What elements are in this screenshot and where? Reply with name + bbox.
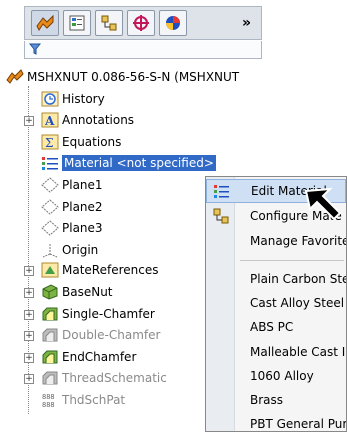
more-tabs-chevron[interactable]: »	[242, 15, 251, 31]
part-icon	[6, 69, 24, 84]
menu-item-label: Malleable Cast Iron	[250, 345, 346, 359]
expand-toggle[interactable]: +	[24, 310, 34, 320]
tree-item-double-chamfer[interactable]: Double-Chamfer	[41, 325, 160, 345]
feature-manager-icon	[36, 14, 54, 31]
menu-item-label: Manage Favorites	[250, 234, 347, 248]
chamfer-icon	[42, 307, 58, 321]
tree-item-plane2[interactable]: Plane2	[41, 197, 103, 217]
tree-item-label: History	[62, 92, 105, 106]
tree-item-plane3[interactable]: Plane3	[41, 218, 103, 238]
menu-separator	[240, 260, 344, 261]
annotations-icon: A	[41, 112, 59, 128]
plane-icon	[41, 199, 59, 215]
svg-text:A: A	[44, 114, 55, 128]
feature-manager-tab[interactable]	[31, 10, 59, 36]
chamfer-icon	[42, 328, 58, 342]
material-icon	[214, 185, 229, 198]
tree-item-material[interactable]: Material <not specified>	[41, 153, 216, 173]
menu-item-label: PBT General Purpose	[250, 417, 347, 431]
tree-item-label: Single-Chamfer	[62, 307, 155, 321]
tree-item-thdschpat[interactable]: 888 888 ThdSchPat	[41, 390, 125, 410]
tree-root-label: MSHXNUT 0.086-56-S-N (MSHXNUT	[27, 70, 240, 84]
tree-item-origin[interactable]: Origin	[41, 240, 98, 260]
menu-item-label: Plain Carbon Steel	[250, 272, 346, 286]
expand-toggle[interactable]: +	[24, 374, 34, 384]
tree-item-plane1[interactable]: Plane1	[41, 175, 103, 195]
filter-bar[interactable]	[24, 41, 262, 59]
filter-icon[interactable]	[29, 43, 41, 55]
tree-item-label: Plane2	[62, 200, 103, 214]
tree-item-label-selected: Material <not specified>	[62, 155, 216, 171]
tree-item-label: ThdSchPat	[62, 393, 126, 407]
pattern-icon: 888 888	[42, 393, 55, 408]
svg-text:Σ: Σ	[45, 136, 53, 150]
menu-item-1060-alloy[interactable]: 1060 Alloy	[206, 364, 346, 388]
tree-item-label: Origin	[62, 243, 99, 257]
chamfer-icon	[42, 350, 58, 364]
configure-icon	[213, 208, 229, 224]
tree-item-label: Double-Chamfer	[62, 328, 161, 342]
tree-item-endchamfer[interactable]: EndChamfer	[41, 347, 136, 367]
plane-icon	[41, 177, 59, 193]
menu-item-plain-carbon-steel[interactable]: Plain Carbon Steel	[206, 267, 346, 291]
mate-references-icon	[41, 262, 59, 278]
material-icon	[42, 157, 58, 170]
equations-icon: Σ	[41, 134, 59, 150]
tree-item-threadschematic[interactable]: ThreadSchematic	[41, 368, 167, 388]
tree-item-label: Plane3	[62, 221, 103, 235]
menu-item-pbt-general-purpose[interactable]: PBT General Purpose	[206, 412, 347, 431]
tree-item-single-chamfer[interactable]: Single-Chamfer	[41, 304, 155, 324]
menu-item-abs-pc[interactable]: ABS PC	[206, 315, 346, 339]
display-manager-icon	[166, 16, 180, 30]
menu-item-manage-favorites[interactable]: Manage Favorites	[206, 229, 346, 253]
tree-item-basenut[interactable]: BaseNut	[41, 282, 113, 302]
dimxpert-tab[interactable]	[127, 10, 155, 36]
tree-item-equations[interactable]: Σ Equations	[41, 132, 121, 152]
mouse-pointer-icon	[304, 187, 342, 221]
tree-item-label: ThreadSchematic	[62, 371, 167, 385]
feature-manager-toolbar: »	[24, 6, 262, 40]
tree-item-label: Plane1	[62, 178, 103, 192]
menu-item-label: 1060 Alloy	[250, 369, 314, 383]
tree-item-history[interactable]: History	[41, 89, 105, 109]
expand-toggle[interactable]: +	[24, 353, 34, 363]
expand-toggle[interactable]: +	[24, 288, 34, 298]
tree-item-label: Annotations	[62, 113, 135, 127]
chamfer-icon	[42, 371, 58, 385]
base-feature-icon	[42, 284, 58, 300]
tree-item-label: EndChamfer	[62, 350, 137, 364]
configuration-manager-tab[interactable]	[95, 10, 123, 36]
configuration-manager-icon	[101, 15, 117, 31]
expand-toggle[interactable]: +	[24, 331, 34, 341]
menu-item-label: Cast Alloy Steel	[250, 296, 345, 310]
menu-item-brass[interactable]: Brass	[206, 388, 346, 412]
tree-item-label: Equations	[62, 135, 122, 149]
tree-item-matereferences[interactable]: MateReferences	[41, 260, 158, 280]
expand-toggle[interactable]: +	[24, 266, 34, 276]
menu-item-label: ABS PC	[250, 320, 294, 334]
tree-item-label: BaseNut	[62, 285, 113, 299]
display-manager-tab[interactable]	[159, 10, 187, 36]
tree-guide-line	[28, 86, 29, 414]
history-icon	[41, 91, 59, 107]
svg-text:888: 888	[42, 393, 55, 401]
plane-icon	[41, 220, 59, 236]
tree-item-label: MateReferences	[62, 263, 159, 277]
tree-item-annotations[interactable]: A Annotations	[41, 110, 134, 130]
menu-item-malleable-cast-iron[interactable]: Malleable Cast Iron	[206, 340, 346, 364]
svg-text:888: 888	[42, 401, 55, 408]
menu-item-cast-alloy-steel[interactable]: Cast Alloy Steel	[206, 291, 346, 315]
property-manager-icon	[69, 15, 85, 31]
origin-icon	[42, 244, 58, 258]
tree-root[interactable]: MSHXNUT 0.086-56-S-N (MSHXNUT	[6, 67, 239, 87]
expand-toggle[interactable]: +	[24, 116, 34, 126]
dimxpert-icon	[133, 15, 149, 31]
property-manager-tab[interactable]	[63, 10, 91, 36]
menu-item-label: Brass	[250, 393, 284, 407]
